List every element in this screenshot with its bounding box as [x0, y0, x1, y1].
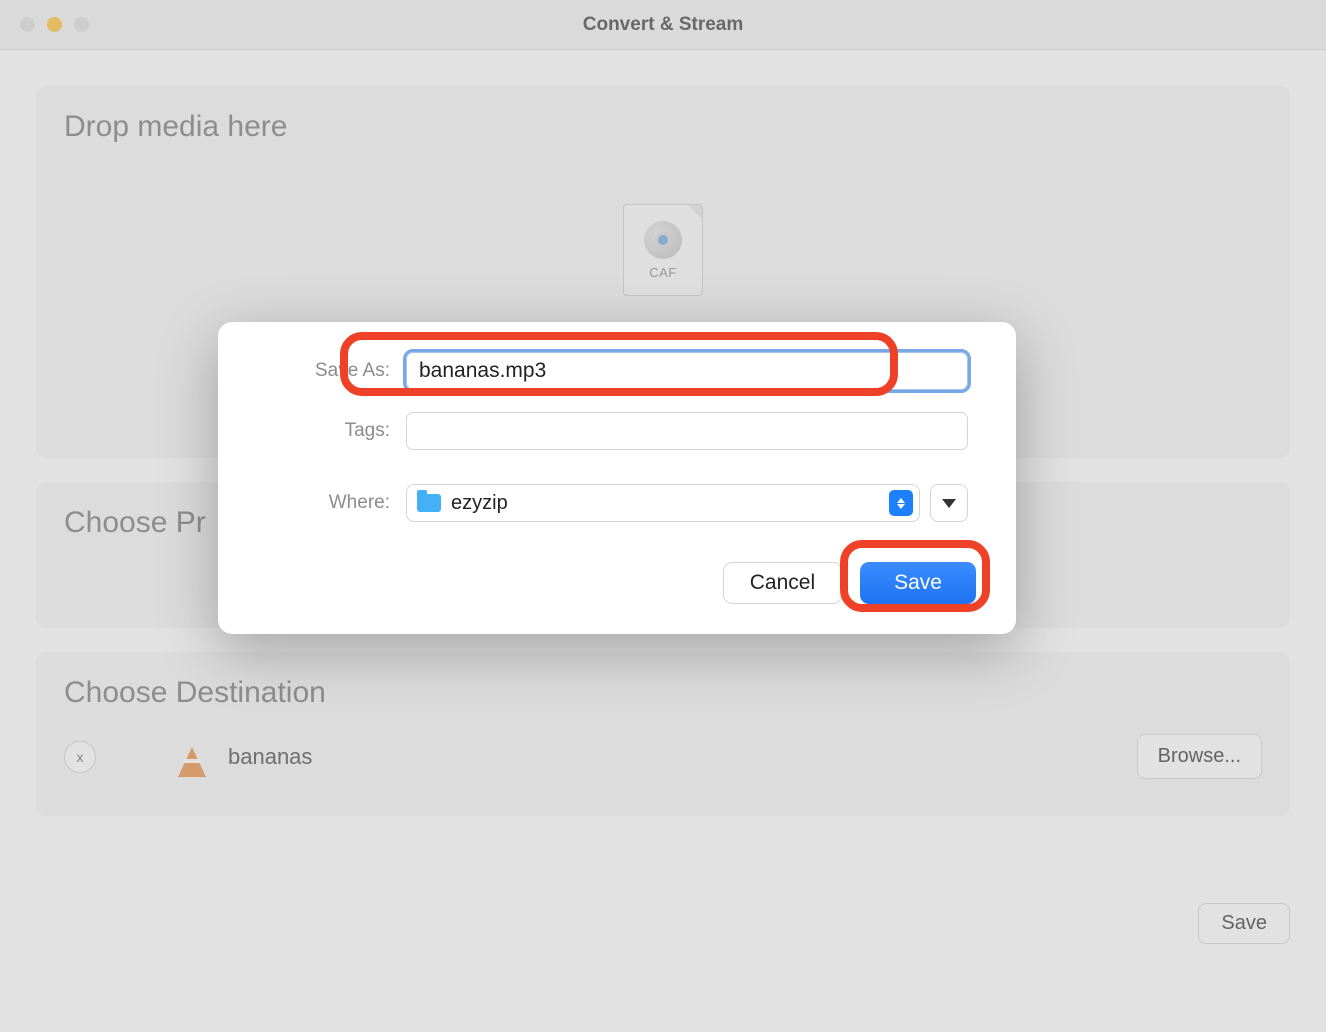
tags-row: Tags: [266, 412, 968, 450]
close-window-button[interactable] [20, 17, 35, 32]
destination-filename: bananas [228, 744, 312, 770]
minimize-window-button[interactable] [47, 17, 62, 32]
tags-label: Tags: [266, 420, 406, 442]
expand-save-dialog-button[interactable] [930, 484, 968, 522]
where-folder-name: ezyzip [451, 492, 879, 515]
chevron-down-icon [942, 499, 956, 508]
where-label: Where: [266, 492, 406, 514]
vlc-cone-icon [172, 737, 212, 777]
main-save-button[interactable]: Save [1198, 903, 1290, 944]
footer: Save [1198, 903, 1290, 944]
file-page-icon: CAF [623, 204, 703, 296]
file-type-label: CAF [649, 265, 677, 280]
where-folder-select[interactable]: ezyzip [406, 484, 920, 522]
save-as-input[interactable] [406, 352, 968, 390]
browse-button[interactable]: Browse... [1137, 734, 1262, 779]
media-file-thumbnail[interactable]: CAF [623, 204, 703, 296]
save-button[interactable]: Save [860, 562, 976, 604]
sheet-button-row: Cancel Save [723, 562, 976, 604]
where-stepper-icon [889, 490, 913, 516]
drop-media-heading: Drop media here [64, 110, 1262, 144]
quicktime-icon [644, 221, 682, 259]
tags-input[interactable] [406, 412, 968, 450]
x-icon: x [77, 749, 84, 765]
traffic-lights [20, 17, 89, 32]
save-sheet: Save As: Tags: Where: ezyzip Cancel [218, 322, 1016, 634]
save-as-label: Save As: [266, 360, 406, 382]
cancel-button[interactable]: Cancel [723, 562, 842, 604]
choose-destination-heading: Choose Destination [64, 676, 1262, 710]
save-as-row: Save As: [266, 352, 968, 390]
folder-icon [417, 494, 441, 512]
where-row: Where: ezyzip [266, 484, 968, 522]
maximize-window-button[interactable] [74, 17, 89, 32]
remove-destination-button[interactable]: x [64, 741, 96, 773]
choose-destination-panel: Choose Destination x bananas Browse... [36, 652, 1290, 816]
titlebar: Convert & Stream [0, 0, 1326, 50]
destination-row: x bananas Browse... [64, 734, 1262, 779]
window-title: Convert & Stream [0, 14, 1326, 36]
